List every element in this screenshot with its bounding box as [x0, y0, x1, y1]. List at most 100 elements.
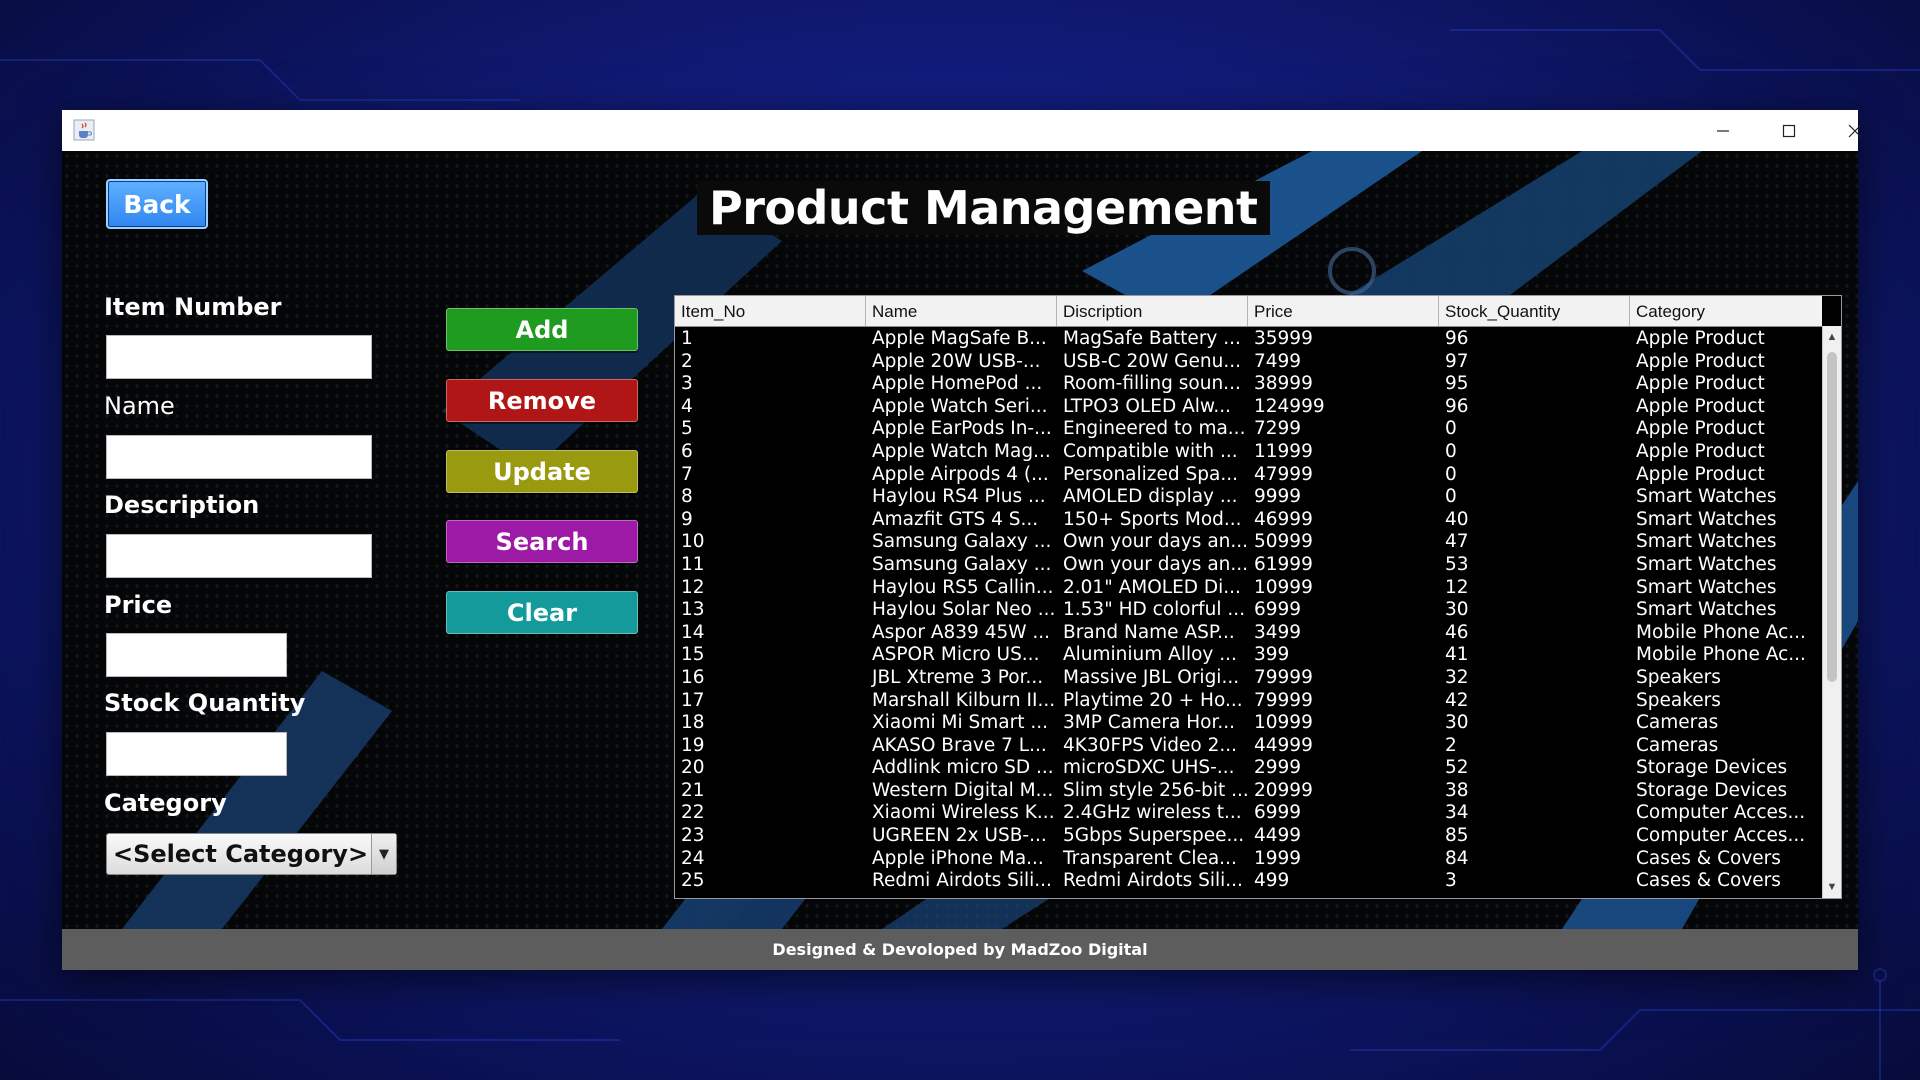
table-row[interactable]: 10 Samsung Galaxy ... Own your days an... 5…: [675, 531, 1822, 554]
category-select[interactable]: <Select Category> ▼: [106, 833, 397, 875]
table-cell: AMOLED display ...: [1063, 486, 1238, 508]
table-cell: 3MP Camera Hor...: [1063, 712, 1236, 734]
table-cell: Speakers: [1636, 666, 1721, 688]
table-row[interactable]: 12 Haylou RS5 Callin... 2.01" AMOLED Di...…: [675, 577, 1822, 600]
table-scrollbar[interactable]: ▲ ▼: [1822, 326, 1841, 898]
table-cell: Samsung Galaxy ...: [872, 553, 1052, 575]
table-cell: Haylou RS4 Plus ...: [872, 486, 1046, 508]
table-row[interactable]: 20 Addlink micro SD ... microSDXC UHS-... 2…: [675, 757, 1822, 780]
table-cell: Apple Airpods 4 (...: [872, 463, 1049, 485]
table-cell: 1999: [1254, 847, 1302, 869]
table-cell: 9: [681, 508, 693, 530]
table-cell: ASPOR Micro US...: [872, 644, 1040, 666]
table-cell: Apple Watch Seri...: [872, 395, 1048, 417]
table-row[interactable]: 18 Xiaomi Mi Smart ... 3MP Camera Hor... 10…: [675, 712, 1822, 735]
table-row[interactable]: 11 Samsung Galaxy ... Own your days an... 6…: [675, 554, 1822, 577]
table-cell: 1: [681, 328, 693, 349]
table-cell: 15: [681, 644, 705, 666]
add-button[interactable]: Add: [446, 308, 638, 351]
table-row[interactable]: 16 JBL Xtreme 3 Por... Massive JBL Origi..…: [675, 667, 1822, 690]
table-row[interactable]: 13 Haylou Solar Neo ... 1.53" HD colorful …: [675, 599, 1822, 622]
table-cell: Apple Product: [1636, 395, 1765, 417]
table-cell: 47999: [1254, 463, 1313, 485]
scrollbar-thumb[interactable]: [1827, 352, 1837, 682]
scroll-down-icon[interactable]: ▼: [1823, 878, 1841, 896]
table-cell: Aspor A839 45W ...: [872, 621, 1051, 643]
back-button[interactable]: Back: [106, 179, 208, 229]
item-number-label: Item Number: [104, 293, 282, 321]
table-cell: 3: [1445, 870, 1457, 892]
table-row[interactable]: 6 Apple Watch Mag... Compatible with ... 11…: [675, 441, 1822, 464]
product-table[interactable]: Item_No Name Discription Price Stock_Quantit…: [674, 295, 1842, 899]
table-cell: Speakers: [1636, 689, 1721, 711]
table-row[interactable]: 2 Apple 20W USB-... USB-C 20W Genu... 7499 9…: [675, 351, 1822, 374]
clear-button[interactable]: Clear: [446, 591, 638, 634]
table-cell: Mobile Phone Ac...: [1636, 621, 1806, 643]
table-row[interactable]: 22 Xiaomi Wireless K... 2.4GHz wireless t.…: [675, 802, 1822, 825]
name-field[interactable]: [106, 435, 372, 479]
table-cell: Apple Product: [1636, 418, 1765, 440]
column-header[interactable]: Discription: [1057, 296, 1248, 326]
maximize-button[interactable]: [1759, 110, 1819, 151]
column-header[interactable]: Name: [866, 296, 1057, 326]
close-button[interactable]: [1825, 110, 1885, 151]
table-cell: 18: [681, 712, 705, 734]
table-cell: Room-filling soun...: [1063, 373, 1241, 395]
table-row[interactable]: 17 Marshall Kilburn II... Playtime 20 + Ho…: [675, 690, 1822, 713]
item-number-field[interactable]: [106, 335, 372, 379]
table-cell: Redmi Airdots Sili...: [872, 870, 1052, 892]
table-row[interactable]: 9 Amazfit GTS 4 S... 150+ Sports Mod... 469…: [675, 509, 1822, 532]
table-row[interactable]: 1 Apple MagSafe B... MagSafe Battery ... 35…: [675, 328, 1822, 351]
chevron-down-icon[interactable]: ▼: [371, 834, 396, 874]
close-icon: [1848, 124, 1862, 137]
update-button[interactable]: Update: [446, 450, 638, 493]
stock-quantity-field[interactable]: [106, 732, 287, 776]
search-button[interactable]: Search: [446, 520, 638, 563]
maximize-icon: [1782, 124, 1796, 137]
table-row[interactable]: 4 Apple Watch Seri... LTPO3 OLED Alw... 124…: [675, 396, 1822, 419]
table-cell: 3: [681, 373, 693, 395]
table-cell: 2.01" AMOLED Di...: [1063, 576, 1241, 598]
table-cell: 22: [681, 802, 705, 824]
table-row[interactable]: 23 UGREEN 2x USB-... 5Gbps Superspee... 449…: [675, 825, 1822, 848]
table-cell: 95: [1445, 373, 1469, 395]
table-row[interactable]: 14 Aspor A839 45W ... Brand Name ASP... 349…: [675, 622, 1822, 645]
table-cell: Apple Product: [1636, 440, 1765, 462]
table-cell: Apple Watch Mag...: [872, 440, 1051, 462]
table-cell: 97: [1445, 350, 1469, 372]
column-header[interactable]: Stock_Quantity: [1439, 296, 1630, 326]
table-row[interactable]: 19 AKASO Brave 7 L... 4K30FPS Video 2... 44…: [675, 735, 1822, 758]
table-cell: 79999: [1254, 689, 1313, 711]
description-field[interactable]: [106, 534, 372, 578]
remove-button[interactable]: Remove: [446, 379, 638, 422]
table-row[interactable]: 7 Apple Airpods 4 (... Personalized Spa...…: [675, 464, 1822, 487]
main-panel: Back Product Management Item Number Name…: [62, 151, 1858, 929]
table-cell: Transparent Clea...: [1063, 847, 1237, 869]
table-cell: Western Digital M...: [872, 779, 1054, 801]
scroll-up-icon[interactable]: ▲: [1823, 328, 1841, 346]
column-header[interactable]: Item_No: [675, 296, 866, 326]
title-bar[interactable]: [62, 110, 1862, 152]
table-row[interactable]: 24 Apple iPhone Ma... Transparent Clea... 1…: [675, 848, 1822, 871]
table-row[interactable]: 15 ASPOR Micro US... Aluminium Alloy ... 39…: [675, 644, 1822, 667]
table-cell: microSDXC UHS-...: [1063, 757, 1235, 779]
table-row[interactable]: 25 Redmi Airdots Sili... Redmi Airdots Sil…: [675, 870, 1822, 893]
table-row[interactable]: 5 Apple EarPods In-... Engineered to ma...…: [675, 418, 1822, 441]
table-header: Item_No Name Discription Price Stock_Quantit…: [675, 296, 1822, 327]
table-row[interactable]: 21 Western Digital M... Slim style 256-bit…: [675, 780, 1822, 803]
table-cell: JBL Xtreme 3 Por...: [872, 666, 1044, 688]
minimize-button[interactable]: [1693, 110, 1753, 151]
table-cell: Apple Product: [1636, 373, 1765, 395]
table-cell: 20: [681, 757, 705, 779]
table-row[interactable]: 8 Haylou RS4 Plus ... AMOLED display ... 99…: [675, 486, 1822, 509]
table-cell: 7299: [1254, 418, 1302, 440]
table-cell: 53: [1445, 553, 1469, 575]
table-row[interactable]: 3 Apple HomePod ... Room-filling soun... 38…: [675, 373, 1822, 396]
table-cell: 0: [1445, 418, 1457, 440]
table-cell: 34: [1445, 802, 1469, 824]
column-header[interactable]: Price: [1248, 296, 1439, 326]
price-field[interactable]: [106, 633, 287, 677]
column-header[interactable]: Category: [1630, 296, 1821, 326]
table-cell: 47: [1445, 531, 1469, 553]
table-cell: Smart Watches: [1636, 486, 1777, 508]
